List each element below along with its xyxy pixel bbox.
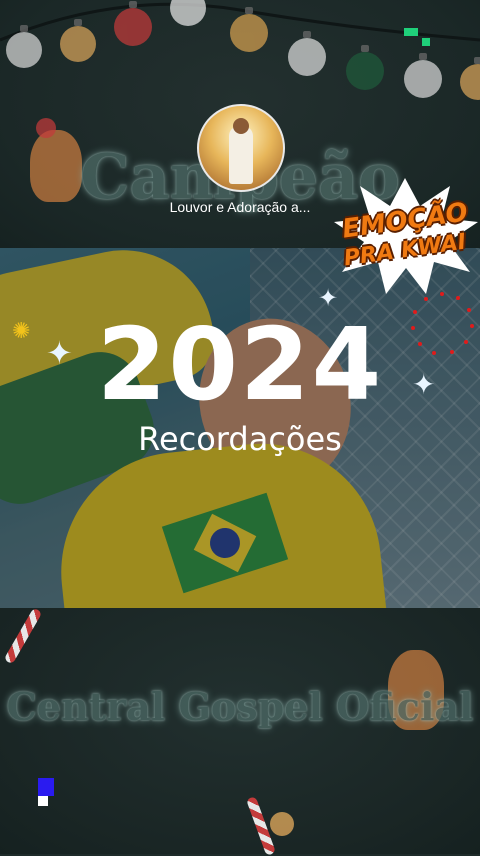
- pixel-accent: [404, 28, 418, 36]
- pixel-accent: [38, 796, 48, 806]
- pixel-accent: [38, 778, 54, 796]
- sun-icon: ✺: [12, 318, 31, 343]
- ornament-bauble: [230, 7, 268, 52]
- bottom-background: [0, 608, 480, 854]
- video-subtitle: Recordações: [138, 420, 342, 458]
- ornament-bauble: [114, 1, 152, 46]
- avatar-head: [233, 118, 249, 134]
- santa-hat-icon: [36, 118, 56, 138]
- ornament-bauble: [6, 25, 42, 68]
- bow-icon: [270, 812, 294, 836]
- ornament-bauble: [60, 19, 96, 62]
- sparkle-icon: ✦: [46, 335, 73, 371]
- ornament-bauble: [404, 53, 442, 98]
- pixel-accent: [422, 38, 430, 46]
- ornament-bauble: [346, 45, 384, 90]
- channel-name[interactable]: Louvor e Adoração a...: [140, 199, 340, 215]
- kwai-badge: EMOÇÃO PRA KWAI: [330, 176, 480, 296]
- dots-ring-icon: [411, 292, 474, 355]
- sparkle-icon: ✦: [412, 369, 436, 400]
- ornament-bauble: [288, 31, 326, 76]
- avatar-figure: [229, 126, 253, 184]
- channel-avatar[interactable]: [197, 104, 285, 192]
- background-title-bottom: Central Gospel Oficial: [6, 684, 474, 729]
